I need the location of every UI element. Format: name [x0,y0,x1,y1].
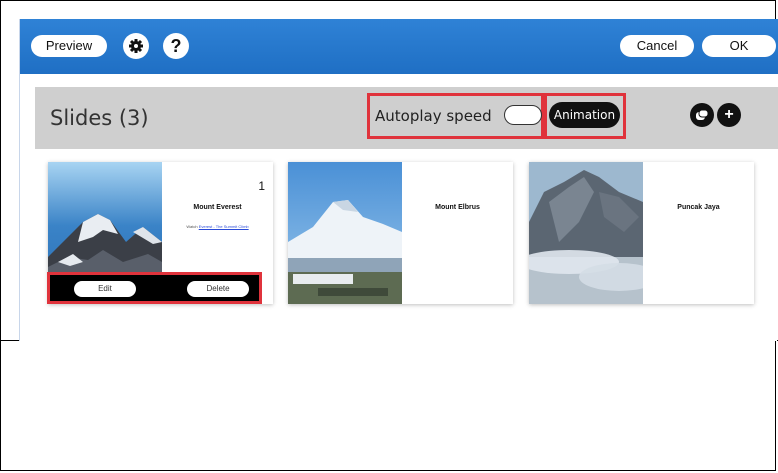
slides-dialog: Preview ? Cancel OK Slides (3) Autoplay … [19,19,778,341]
slide-actions-bar: Edit Delete [47,272,262,304]
slide-image-elbrus [288,162,402,304]
delete-slide-button[interactable]: Delete [187,281,249,297]
autoplay-label: Autoplay speed [375,107,492,125]
animation-button[interactable]: Animation [549,102,620,128]
slide-link-line: Watch Everest - The Summit Climb [162,224,273,229]
preview-label: Preview [45,38,93,53]
ok-button[interactable]: OK [702,35,776,57]
layers-icon [696,109,709,120]
settings-button[interactable] [123,33,149,59]
slide-title: Mount Elbrus [435,204,480,211]
dialog-toolbar: Preview ? Cancel OK [20,19,778,74]
slide-card-2[interactable]: Mount Elbrus [288,162,513,304]
edit-slide-button[interactable]: Edit [74,281,136,297]
cancel-label: Cancel [636,38,678,53]
autoplay-toggle[interactable] [504,105,542,125]
help-button[interactable]: ? [163,33,189,59]
slide-link-prefix: Watch [186,224,198,229]
slide-text-2: Mount Elbrus [402,162,513,304]
ok-label: OK [729,38,749,53]
slide-title: Mount Everest [193,204,242,211]
preview-button[interactable]: Preview [31,35,107,57]
slides-title: Slides (3) [50,106,149,130]
help-icon: ? [170,36,182,56]
cancel-button[interactable]: Cancel [620,35,694,57]
theme-button[interactable] [690,103,714,127]
plus-icon: + [724,106,734,123]
slide-text-3: Puncak Jaya [643,162,754,304]
slide-title: Puncak Jaya [677,204,720,211]
slide-image-puncak-jaya [529,162,643,304]
gear-icon [129,39,143,53]
add-slide-button[interactable]: + [717,103,741,127]
slides-header: Slides (3) Autoplay speed Animation + [35,87,778,149]
slide-card-3[interactable]: Puncak Jaya [529,162,754,304]
slide-link[interactable]: Everest - The Summit Climb [199,224,249,229]
slide-number: 1 [258,179,265,193]
